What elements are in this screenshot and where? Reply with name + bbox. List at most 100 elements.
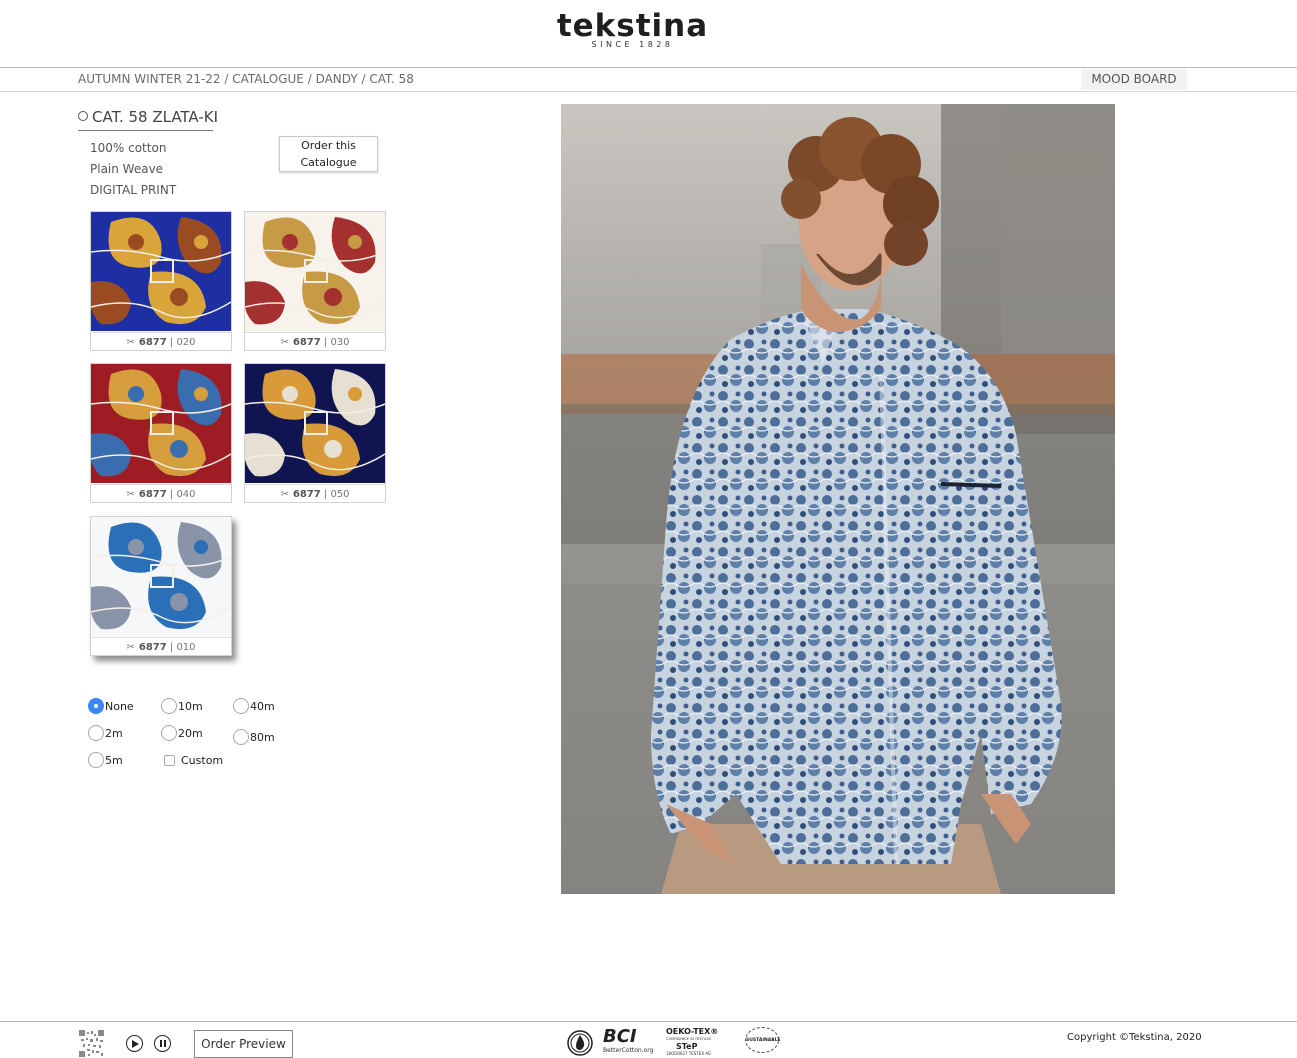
swatch-color-code: 050 [330,489,350,500]
radio-button[interactable] [88,752,104,768]
oeko-tex-step: STeP [676,1042,698,1051]
logo-tagline: SINCE 1828 [591,40,674,49]
breadcrumb-separator: / [303,72,316,86]
catalogue-title: CAT. 58 ZLATA-KI [78,108,218,131]
logo-wordmark: tekstina [556,8,709,44]
quantity-option-2m[interactable]: 2m [88,725,123,741]
radio-button[interactable] [88,725,104,741]
swatch-caption: ✂ 6877 | 030 [245,332,385,351]
circle-icon [78,111,88,121]
footer-divider [0,1021,1297,1022]
swatch-separator: | [166,642,177,653]
spec-composition: 100% cotton [90,141,167,155]
swatch-article-number: 6877 [138,642,167,653]
fabric-pattern-image[interactable] [245,212,385,331]
radio-button[interactable] [233,729,249,745]
sustainable-logo-text: SUSTAINABLE [745,1027,781,1053]
breadcrumb-item-collection[interactable]: DANDY [316,72,358,86]
spec-weave: Plain Weave [90,162,164,176]
scissors-icon: ✂ [280,337,289,348]
fabric-pattern-image[interactable] [91,212,231,331]
fabric-specs: 100% cotton Plain Weave DIGITAL PRINT [90,138,176,201]
quantity-label: 20m [178,726,203,740]
oeko-tex-id: 18OO0627 TESTEX AG [666,1051,712,1056]
scissors-icon: ✂ [280,489,289,500]
order-catalogue-button[interactable]: Order this Catalogue [279,136,378,172]
quantity-option-20m[interactable]: 20m [161,725,203,741]
quantity-option-custom[interactable]: Custom [161,754,223,767]
mood-photo [561,104,1115,894]
brand-logo[interactable]: tekstina SINCE 1828 [0,8,1265,49]
swatch-article-number: 6877 [138,337,167,348]
swatch-caption: ✂ 6877 | 040 [91,484,231,503]
header-divider-bottom [0,91,1297,92]
swatch-caption: ✂ 6877 | 010 [91,637,231,656]
bci-logo-text: BCI [603,1026,637,1047]
quantity-label: Custom [181,754,224,767]
qr-code-icon[interactable] [79,1030,104,1057]
fabric-swatch-050[interactable]: ✂ 6877 | 050 [244,363,386,503]
catalogue-title-text: CAT. 58 ZLATA-KI [92,108,219,126]
quantity-label: 80m [250,730,275,744]
water-drop-cert-icon [567,1030,593,1056]
model-photo-image [561,104,1115,894]
breadcrumb-item-season[interactable]: AUTUMN WINTER 21-22 [78,72,221,86]
play-icon[interactable] [126,1035,143,1052]
bci-cert-logo: BCI BetterCotton.org [603,1027,657,1057]
oeko-tex-title: OEKO-TEX® [666,1027,719,1036]
swatch-color-code: 030 [330,337,350,348]
checkbox[interactable] [164,755,175,766]
breadcrumb-separator: / [357,72,370,86]
breadcrumb: AUTUMN WINTER 21-22 / CATALOGUE / DANDY … [78,72,414,86]
breadcrumb-item-catalogue[interactable]: CATALOGUE [232,72,304,86]
order-catalogue-label-line2: Catalogue [300,156,357,169]
fabric-swatch-020[interactable]: ✂ 6877 | 020 [90,211,232,351]
fabric-swatch-040[interactable]: ✂ 6877 | 040 [90,363,232,503]
header-divider-top [0,67,1297,68]
spec-print: DIGITAL PRINT [90,183,177,197]
fabric-swatch-030[interactable]: ✂ 6877 | 030 [244,211,386,351]
bci-logo-subtext: BetterCotton.org [603,1047,654,1054]
swatch-article-number: 6877 [138,489,167,500]
scissors-icon: ✂ [126,642,135,653]
breadcrumb-separator: / [220,72,233,86]
swatch-caption: ✂ 6877 | 050 [245,484,385,503]
fabric-swatch-010[interactable]: ✂ 6877 | 010 [90,516,232,656]
fabric-pattern-image[interactable] [245,364,385,483]
quantity-option-none[interactable]: None [88,698,134,714]
quantity-option-10m[interactable]: 10m [161,698,203,714]
quantity-option-80m[interactable]: 80m [233,729,275,745]
quantity-label: 2m [105,726,123,740]
quantity-option-40m[interactable]: 40m [233,698,275,714]
quantity-label: 10m [178,699,203,713]
swatch-caption: ✂ 6877 | 020 [91,332,231,351]
quantity-option-5m[interactable]: 5m [88,752,123,768]
swatch-separator: | [166,337,177,348]
sustainable-cert-logo: SUSTAINABLE [745,1027,787,1057]
order-preview-button[interactable]: Order Preview [194,1030,293,1058]
radio-button[interactable] [88,698,104,714]
copyright-text: Copyright ©Tekstina, 2020 [1067,1032,1202,1043]
oeko-tex-cert-logo: OEKO-TEX® CONFIDENCE IN TEXTILES STeP 18… [666,1027,736,1057]
quantity-label: None [105,699,134,713]
fabric-pattern-image[interactable] [91,517,231,636]
swatch-separator: | [320,489,331,500]
swatch-color-code: 040 [176,489,196,500]
mood-board-button[interactable]: MOOD BOARD [1081,69,1187,90]
fabric-pattern-image[interactable] [91,364,231,483]
radio-button[interactable] [161,725,177,741]
radio-button[interactable] [233,698,249,714]
scissors-icon: ✂ [126,489,135,500]
swatch-color-code: 020 [176,337,196,348]
radio-button[interactable] [161,698,177,714]
order-catalogue-label-line1: Order this [301,139,356,152]
swatch-color-code: 010 [176,642,196,653]
swatch-article-number: 6877 [292,337,321,348]
quantity-label: 5m [105,753,123,767]
breadcrumb-item-current: CAT. 58 [369,72,414,86]
swatch-separator: | [166,489,177,500]
quantity-label: 40m [250,699,275,713]
pause-icon[interactable] [154,1035,171,1052]
swatch-article-number: 6877 [292,489,321,500]
swatch-separator: | [320,337,331,348]
